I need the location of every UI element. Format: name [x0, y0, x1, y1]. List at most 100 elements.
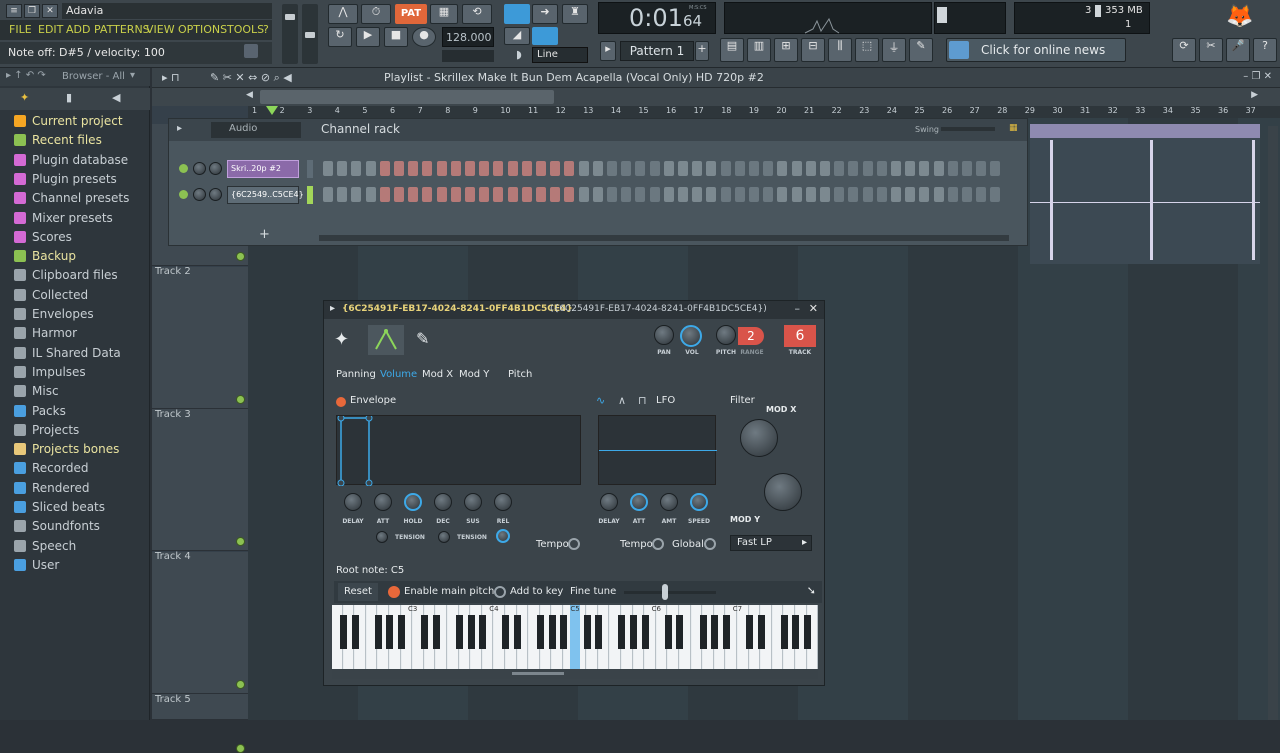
- pat-song-toggle[interactable]: PAT: [395, 4, 427, 24]
- pattern-song-icon[interactable]: ↻: [328, 27, 352, 47]
- lfo-tempo-toggle[interactable]: [652, 538, 664, 550]
- black-key[interactable]: [548, 615, 556, 649]
- step-button[interactable]: [692, 161, 703, 176]
- black-key[interactable]: [502, 615, 510, 649]
- step-button[interactable]: [933, 187, 944, 202]
- black-key[interactable]: [780, 615, 788, 649]
- step-button[interactable]: [876, 161, 887, 176]
- channel-rack-menu-icon[interactable]: ▸: [177, 123, 182, 134]
- add-pattern-icon[interactable]: +: [695, 41, 709, 61]
- lfo-global-toggle[interactable]: [704, 538, 716, 550]
- black-key[interactable]: [456, 615, 463, 649]
- envelope-graph[interactable]: [336, 414, 581, 487]
- step-button[interactable]: [777, 161, 788, 176]
- record-mode-icon[interactable]: ⏱: [361, 4, 391, 24]
- black-key[interactable]: [432, 615, 440, 649]
- lfo-knob[interactable]: [630, 493, 648, 511]
- step-button[interactable]: [891, 187, 901, 202]
- step-button[interactable]: [663, 187, 674, 202]
- browser-item[interactable]: Backup: [14, 247, 76, 265]
- menu-icon[interactable]: ≡: [6, 4, 22, 18]
- browser-item[interactable]: Plugin database: [14, 151, 128, 169]
- envelope-knob[interactable]: [374, 493, 392, 511]
- mixer-track-value[interactable]: 6: [784, 325, 816, 347]
- lfo-sine-icon[interactable]: ∿: [596, 394, 605, 407]
- black-key[interactable]: [514, 615, 521, 649]
- black-key[interactable]: [595, 615, 603, 649]
- close-plugin-icon[interactable]: ✕: [809, 302, 818, 315]
- typing-keyboard-icon[interactable]: [504, 4, 530, 24]
- step-button[interactable]: [820, 161, 830, 176]
- black-key[interactable]: [792, 615, 800, 649]
- step-button[interactable]: [408, 161, 419, 176]
- step-button[interactable]: [947, 187, 958, 202]
- envelope-knob[interactable]: [404, 493, 422, 511]
- step-button[interactable]: [962, 161, 972, 176]
- browser-item[interactable]: User: [14, 556, 59, 574]
- step-button[interactable]: [564, 187, 575, 202]
- channel-select-indicator[interactable]: [307, 186, 313, 204]
- step-button[interactable]: [962, 187, 972, 202]
- step-button[interactable]: [820, 187, 830, 202]
- step-button[interactable]: [919, 187, 930, 202]
- magnet-icon[interactable]: ◗: [516, 48, 528, 61]
- step-button[interactable]: [635, 187, 646, 202]
- channel-rack-icon[interactable]: ⊞: [774, 38, 798, 62]
- release-tension-knob[interactable]: [496, 529, 510, 543]
- step-button[interactable]: [507, 161, 518, 176]
- mixer-icon[interactable]: ⊟: [801, 38, 825, 62]
- lfo-knob[interactable]: [660, 493, 678, 511]
- plug-icon[interactable]: ⏚: [882, 38, 906, 62]
- target-tab[interactable]: Panning: [336, 369, 376, 380]
- speaker-icon[interactable]: ◀: [112, 91, 120, 104]
- menu-edit[interactable]: EDIT: [38, 23, 63, 36]
- wrench-settings-icon[interactable]: ✎: [416, 329, 429, 348]
- filter-modx-knob[interactable]: [740, 419, 778, 457]
- step-button[interactable]: [905, 187, 916, 202]
- step-button[interactable]: [848, 187, 859, 202]
- track-header[interactable]: [152, 551, 248, 694]
- step-button[interactable]: [465, 187, 475, 202]
- online-news-bar[interactable]: Click for online news: [946, 38, 1126, 62]
- step-button[interactable]: [337, 187, 348, 202]
- browser-item[interactable]: Impulses: [14, 363, 86, 381]
- channel-pan-knob[interactable]: [193, 188, 206, 201]
- step-button[interactable]: [635, 161, 646, 176]
- envelope-knob[interactable]: [494, 493, 512, 511]
- track-mute-icon[interactable]: [236, 537, 245, 546]
- browser-item[interactable]: Misc: [14, 382, 59, 400]
- song-time-display[interactable]: 0:01 64 M:S:CS: [598, 2, 716, 34]
- channel-name-button[interactable]: {6C2549..C5CE4}: [227, 186, 304, 204]
- black-key[interactable]: [351, 615, 359, 649]
- track-mute-icon[interactable]: [236, 252, 245, 261]
- black-key[interactable]: [421, 615, 429, 649]
- step-button[interactable]: [479, 187, 490, 202]
- step-button[interactable]: [422, 187, 433, 202]
- add-channel-icon[interactable]: +: [259, 227, 270, 242]
- channel-pan-knob[interactable]: [193, 162, 206, 175]
- step-button[interactable]: [479, 161, 490, 176]
- channel-mute-icon[interactable]: [179, 190, 188, 199]
- pitch-range-value[interactable]: 2: [738, 327, 764, 345]
- step-button[interactable]: [592, 161, 603, 176]
- black-key[interactable]: [641, 615, 649, 649]
- step-button[interactable]: [621, 187, 632, 202]
- browser-item[interactable]: IL Shared Data: [14, 344, 121, 362]
- black-key[interactable]: [746, 615, 753, 649]
- track-header[interactable]: [152, 266, 248, 409]
- step-button[interactable]: [862, 161, 873, 176]
- loop-record-icon[interactable]: ⟲: [462, 4, 492, 24]
- filter-mody-knob[interactable]: [764, 473, 802, 511]
- microphone-icon[interactable]: 🎤: [1226, 38, 1250, 62]
- decay-tension-knob[interactable]: [438, 531, 450, 543]
- scroll-left-icon[interactable]: ◀: [246, 90, 253, 100]
- browser-item[interactable]: Scores: [14, 228, 72, 246]
- browser-item[interactable]: Sliced beats: [14, 498, 105, 516]
- black-key[interactable]: [398, 615, 405, 649]
- black-key[interactable]: [537, 615, 545, 649]
- pan-knob[interactable]: [654, 325, 674, 345]
- black-key[interactable]: [630, 615, 637, 649]
- step-button[interactable]: [791, 187, 802, 202]
- snap-select[interactable]: Line: [532, 47, 588, 63]
- step-button[interactable]: [649, 161, 660, 176]
